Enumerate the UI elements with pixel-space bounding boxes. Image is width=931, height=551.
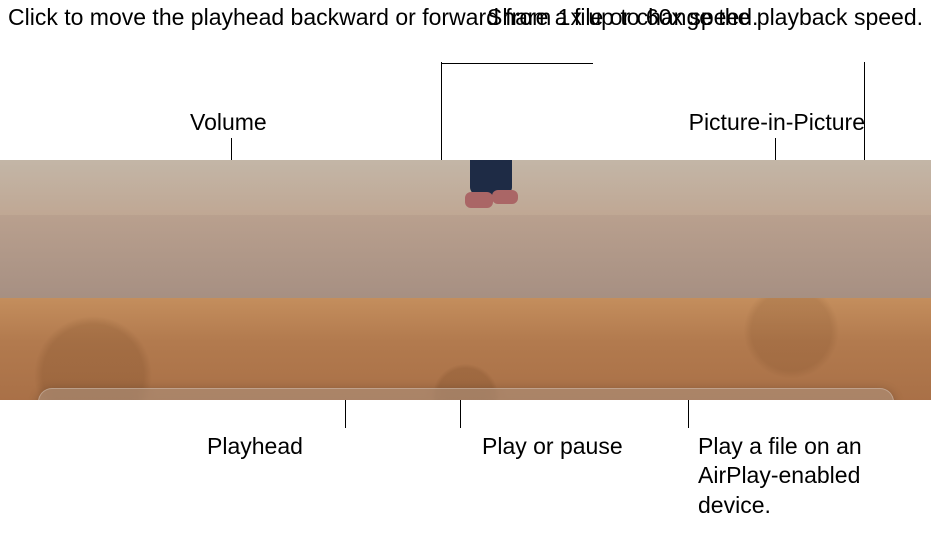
callout-share-speed: Share a file or change the playback spee… — [487, 3, 923, 32]
playback-controls-panel: 00:01 00:03 — [38, 388, 894, 400]
callout-volume: Volume — [190, 108, 267, 137]
leader-share-horiz — [441, 63, 593, 64]
callout-airplay: Play a file on an AirPlay-enabled device… — [698, 432, 908, 520]
callout-pip: Picture-in-Picture — [689, 108, 865, 137]
video-subject — [440, 160, 530, 245]
callout-play-pause: Play or pause — [482, 432, 623, 461]
callout-playhead: Playhead — [207, 432, 303, 461]
video-bg-ground — [0, 298, 931, 400]
video-area[interactable]: 00:01 00:03 — [0, 160, 931, 400]
